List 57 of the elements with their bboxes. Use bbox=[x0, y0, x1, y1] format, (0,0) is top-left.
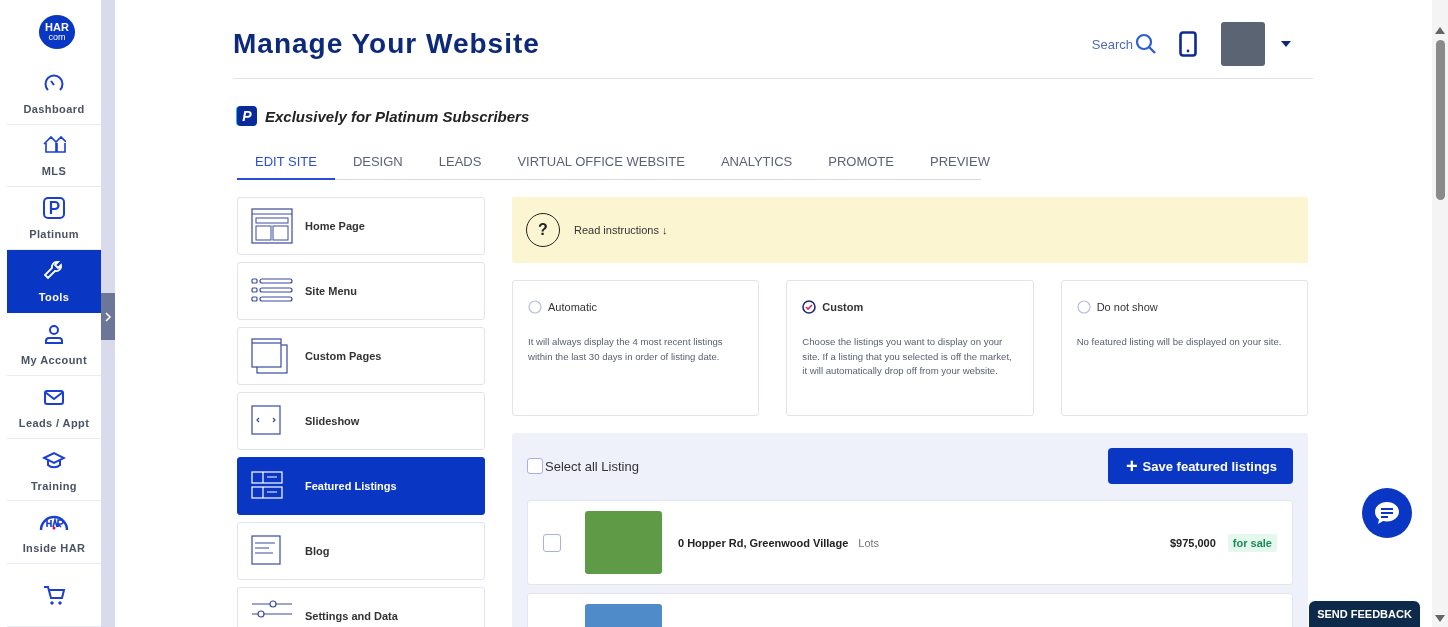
listing-type: Lots bbox=[858, 536, 880, 549]
search-button[interactable]: Search bbox=[1091, 33, 1157, 55]
sidebar-item[interactable]: Tools bbox=[7, 250, 101, 313]
checkbox[interactable] bbox=[527, 458, 543, 474]
tab[interactable]: EDIT SITE bbox=[237, 146, 335, 180]
checkbox[interactable] bbox=[543, 533, 561, 552]
radio-button[interactable] bbox=[1076, 300, 1091, 314]
logo-text: HAR bbox=[45, 21, 69, 33]
home-page-icon bbox=[251, 208, 293, 244]
listing-address[interactable]: 0 Hopper Rd, Greenwood Village bbox=[678, 536, 849, 549]
scrollbar-thumb[interactable] bbox=[1435, 40, 1445, 200]
option-label: Automatic bbox=[548, 301, 597, 313]
option-card[interactable]: Do not show No featured listing will be displayed on your site. bbox=[1060, 280, 1308, 416]
site-menu-item[interactable]: Blog bbox=[237, 522, 485, 580]
mobile-phone-icon[interactable] bbox=[1179, 31, 1197, 57]
tab[interactable]: LEADS bbox=[420, 146, 500, 180]
site-menu-item[interactable]: Custom Pages bbox=[237, 327, 485, 385]
caret-down-icon[interactable] bbox=[1281, 41, 1291, 47]
option-label: Custom bbox=[822, 301, 864, 313]
tab[interactable]: VIRTUAL OFFICE WEBSITE bbox=[499, 146, 703, 180]
option-description: It will always display the 4 most recent listings within the last 30 days in order of listing date. bbox=[528, 335, 724, 364]
scroll-up-icon[interactable] bbox=[1435, 26, 1445, 34]
option-label: Do not show bbox=[1096, 301, 1158, 313]
page-title: Manage Your Website bbox=[233, 28, 540, 60]
platinum-badge: P bbox=[237, 106, 257, 126]
option-card[interactable]: Automatic It will always display the 4 most recent listings within the last 30 days in order of listing date. bbox=[512, 280, 760, 416]
tab[interactable]: ANALYTICS bbox=[702, 146, 811, 180]
option-card[interactable]: Custom Choose the listings you want to display on your site. If a listing that you selected is off the market, it will automatically drop off from your website. bbox=[786, 280, 1034, 416]
site-menu-item[interactable]: Slideshow bbox=[237, 392, 485, 450]
subscription-note: Exclusively for Platinum Subscribers bbox=[265, 107, 530, 125]
option-description: No featured listing will be displayed on your site. bbox=[1076, 335, 1283, 349]
listing-price: $975,000 bbox=[1169, 536, 1216, 549]
cart-icon bbox=[42, 583, 66, 608]
chat-bubble-icon bbox=[1373, 500, 1401, 526]
site-menu-item[interactable]: Settings and Data bbox=[237, 587, 485, 627]
collapse-handle[interactable] bbox=[101, 293, 115, 340]
send-feedback-button[interactable]: SEND FEEDBACK bbox=[1309, 601, 1420, 627]
site-menu-item[interactable]: Home Page bbox=[237, 197, 485, 255]
search-icon bbox=[1135, 33, 1157, 55]
logo[interactable]: HAR com bbox=[39, 15, 75, 49]
logo-text: com bbox=[48, 32, 66, 42]
scroll-down-icon[interactable] bbox=[1435, 615, 1445, 623]
instructions-link[interactable]: Read instructions ↓ bbox=[574, 224, 668, 236]
tab[interactable]: PROMOTE bbox=[810, 146, 912, 180]
chevron-right-icon bbox=[104, 311, 112, 322]
save-featured-listings-button[interactable]: + Save featured listings bbox=[1107, 448, 1293, 484]
status-badge: for sale bbox=[1227, 533, 1277, 552]
tab[interactable]: DESIGN bbox=[334, 146, 421, 180]
option-description: Choose the listings you want to display on your site. If a listing that you selected is off the market, it will automatically drop off from your website. bbox=[802, 335, 1013, 379]
tab[interactable]: PREVIEW bbox=[911, 146, 1008, 180]
site-menu-item[interactable]: Site Menu bbox=[237, 262, 485, 320]
radio-button[interactable] bbox=[528, 300, 542, 314]
checkbox-label: Select all Listing bbox=[545, 458, 639, 474]
radio-button[interactable] bbox=[802, 300, 817, 314]
platinum-icon bbox=[42, 196, 66, 221]
chat-button[interactable] bbox=[1362, 488, 1412, 538]
site-menu-item[interactable]: Featured Listings bbox=[237, 457, 485, 515]
